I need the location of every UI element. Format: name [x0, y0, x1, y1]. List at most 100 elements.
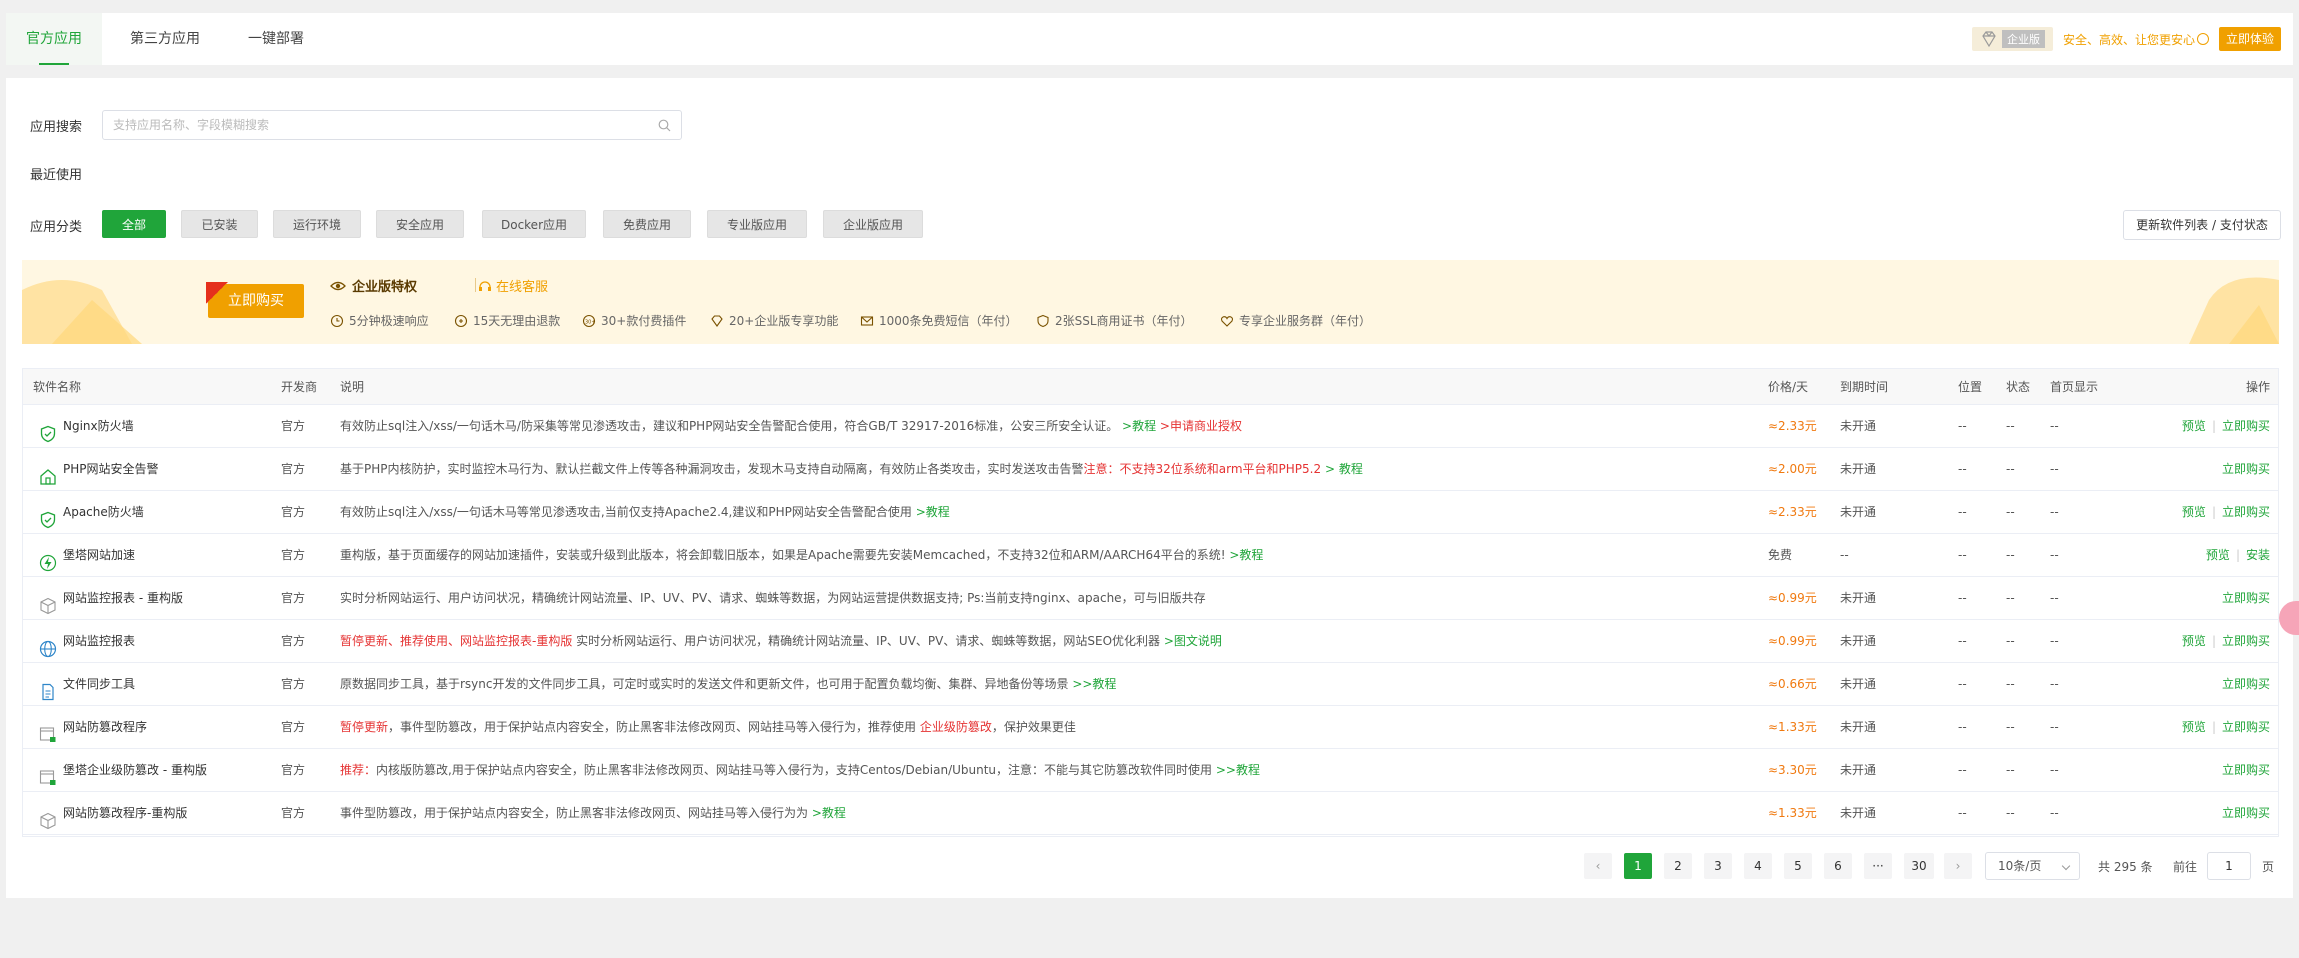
- page-5-button[interactable]: 5: [1784, 853, 1812, 879]
- app-name-cell[interactable]: PHP网站安全告警: [39, 448, 159, 491]
- refresh-software-list-button[interactable]: 更新软件列表 / 支付状态: [2123, 210, 2281, 240]
- description-segment[interactable]: > 教程: [1321, 462, 1363, 476]
- tab-one-click-deploy[interactable]: 一键部署: [228, 13, 324, 65]
- description-segment: ，事件型防篡改，用于保护站点内容安全，防止黑客非法修改网页、网站挂马等入侵行为，…: [388, 720, 920, 734]
- preview-link[interactable]: 预览: [2182, 634, 2206, 648]
- buy-now-link[interactable]: 立即购买: [2222, 634, 2270, 648]
- category-all[interactable]: 全部: [102, 210, 166, 238]
- search-input[interactable]: [103, 111, 643, 139]
- try-now-button[interactable]: 立即体验: [2218, 27, 2281, 51]
- page-more-button[interactable]: ···: [1864, 853, 1892, 879]
- preview-link[interactable]: 预览: [2182, 720, 2206, 734]
- buy-now-link[interactable]: 立即购买: [2222, 677, 2270, 691]
- app-name-cell[interactable]: 网站防篡改程序-重构版: [39, 792, 187, 835]
- page-1-button[interactable]: 1: [1624, 853, 1652, 879]
- table-row: 网站监控报表 - 重构版 官方 实时分析网站运行、用户访问状况，精确统计网站流量、I…: [23, 577, 2278, 620]
- app-name-cell[interactable]: Nginx防火墙: [39, 405, 134, 448]
- developer: 官方: [281, 548, 306, 562]
- search-icon[interactable]: [658, 119, 671, 132]
- page-size-select[interactable]: 10条/页: [1985, 852, 2080, 880]
- col-header-operations: 操作: [2245, 380, 2270, 394]
- developer: 官方: [281, 591, 306, 605]
- app-name: 网站防篡改程序: [63, 720, 148, 734]
- price: ≈1.33元: [1768, 806, 1817, 820]
- app-name-cell[interactable]: 堡塔网站加速: [39, 534, 135, 577]
- category-free[interactable]: 免费应用: [603, 210, 691, 238]
- operations: 预览 | 立即购买: [2182, 620, 2270, 663]
- description-segment: 事件型防篡改，用于保护站点内容安全，防止黑客非法修改网页、网站挂马等入侵行为为: [340, 806, 809, 820]
- banner-decoration-right: [2189, 277, 2279, 344]
- price: ≈0.99元: [1768, 591, 1817, 605]
- category-enterprise[interactable]: 企业版应用: [823, 210, 923, 238]
- feature-text: 专享企业服务群（年付）: [1239, 314, 1372, 328]
- operations: 预览 | 安装: [2206, 534, 2270, 577]
- preview-link[interactable]: 预览: [2182, 419, 2206, 433]
- buy-now-link[interactable]: 立即购买: [2222, 505, 2270, 519]
- description-segment[interactable]: >教程: [912, 505, 950, 519]
- col-header-expire: 到期时间: [1840, 380, 1889, 394]
- operations: 立即购买: [2222, 577, 2270, 620]
- ops-separator: |: [2235, 548, 2240, 562]
- app-name: Nginx防火墙: [63, 419, 134, 433]
- page-2-button[interactable]: 2: [1664, 853, 1692, 879]
- page-3-button[interactable]: 3: [1704, 853, 1732, 879]
- developer: 官方: [281, 505, 306, 519]
- buy-now-link[interactable]: 立即购买: [2222, 720, 2270, 734]
- buy-now-link[interactable]: 立即购买: [2222, 806, 2270, 820]
- online-service-link[interactable]: 在线客服: [478, 276, 548, 295]
- home-display: --: [2050, 591, 2059, 605]
- app-name-cell[interactable]: 网站防篡改程序: [39, 706, 147, 749]
- operations: 预览 | 立即购买: [2182, 491, 2270, 534]
- status: --: [2006, 591, 2015, 605]
- category-security[interactable]: 安全应用: [376, 210, 464, 238]
- table-row: 网站防篡改程序-重构版 官方 事件型防篡改，用于保护站点内容安全，防止黑客非法修改网…: [23, 792, 2278, 835]
- description-segment[interactable]: >教程: [1118, 419, 1156, 433]
- operations: 立即购买: [2222, 448, 2270, 491]
- description-segment: ，保护效果更佳: [991, 720, 1076, 734]
- buy-now-link[interactable]: 立即购买: [2222, 462, 2270, 476]
- price: ≈1.33元: [1768, 720, 1817, 734]
- category-installed[interactable]: 已安装: [181, 210, 258, 238]
- next-page-button[interactable]: ›: [1944, 853, 1972, 879]
- install-link[interactable]: 安装: [2246, 548, 2270, 562]
- buy-now-link[interactable]: 立即购买: [2222, 763, 2270, 777]
- window-lock-icon: [39, 719, 57, 742]
- description-segment[interactable]: >图文说明: [1160, 634, 1222, 648]
- tab-official-apps[interactable]: 官方应用: [6, 13, 102, 65]
- page-30-button[interactable]: 30: [1904, 853, 1934, 879]
- description-segment[interactable]: >>教程: [1212, 763, 1260, 777]
- category-docker[interactable]: Docker应用: [482, 210, 586, 238]
- buy-now-link[interactable]: 立即购买: [2222, 419, 2270, 433]
- category-runtime[interactable]: 运行环境: [273, 210, 361, 238]
- app-name-cell[interactable]: 网站监控报表 - 重构版: [39, 577, 183, 620]
- operations: 预览 | 立即购买: [2182, 405, 2270, 448]
- operations: 预览 | 立即购买: [2182, 706, 2270, 749]
- category-pro[interactable]: 专业版应用: [707, 210, 807, 238]
- page-4-button[interactable]: 4: [1744, 853, 1772, 879]
- operations: 立即购买: [2222, 749, 2270, 792]
- prev-page-button[interactable]: ‹: [1584, 853, 1612, 879]
- globe-icon: [39, 633, 57, 657]
- app-name-cell[interactable]: 堡塔企业级防篡改 - 重构版: [39, 749, 207, 792]
- description-segment: 原数据同步工具，基于rsync开发的文件同步工具，可定时或实时的发送文件和更新文…: [340, 677, 1069, 691]
- preview-link[interactable]: 预览: [2182, 505, 2206, 519]
- app-name-cell[interactable]: 网站监控报表: [39, 620, 135, 663]
- banner-title-text: 企业版特权: [352, 280, 418, 295]
- expire-time: 未开通: [1840, 806, 1877, 820]
- buy-now-link[interactable]: 立即购买: [2222, 591, 2270, 605]
- table-header: 软件名称 开发商 说明 价格/天 到期时间 位置 状态 首页显示 操作: [23, 369, 2278, 405]
- description-segment: 内核版防篡改,用于保护站点内容安全，防止黑客非法修改网页、网站挂马等入侵行为，支…: [376, 763, 1213, 777]
- tab-third-party-apps[interactable]: 第三方应用: [110, 13, 220, 65]
- description-segment[interactable]: >>教程: [1069, 677, 1116, 691]
- tab-label: 一键部署: [248, 31, 304, 47]
- preview-link[interactable]: 预览: [2206, 548, 2230, 562]
- description-segment[interactable]: >教程: [1226, 548, 1263, 562]
- app-name-cell[interactable]: Apache防火墙: [39, 491, 144, 534]
- description-segment[interactable]: >教程: [808, 806, 846, 820]
- goto-page-input[interactable]: [2207, 852, 2251, 880]
- enterprise-promo: 企业版 安全、高效、让您更安心 立即体验: [1971, 25, 2293, 53]
- expire-time: 未开通: [1840, 462, 1877, 476]
- app-name-cell[interactable]: 文件同步工具: [39, 663, 135, 706]
- page-6-button[interactable]: 6: [1824, 853, 1852, 879]
- search-label: 应用搜索: [30, 120, 83, 135]
